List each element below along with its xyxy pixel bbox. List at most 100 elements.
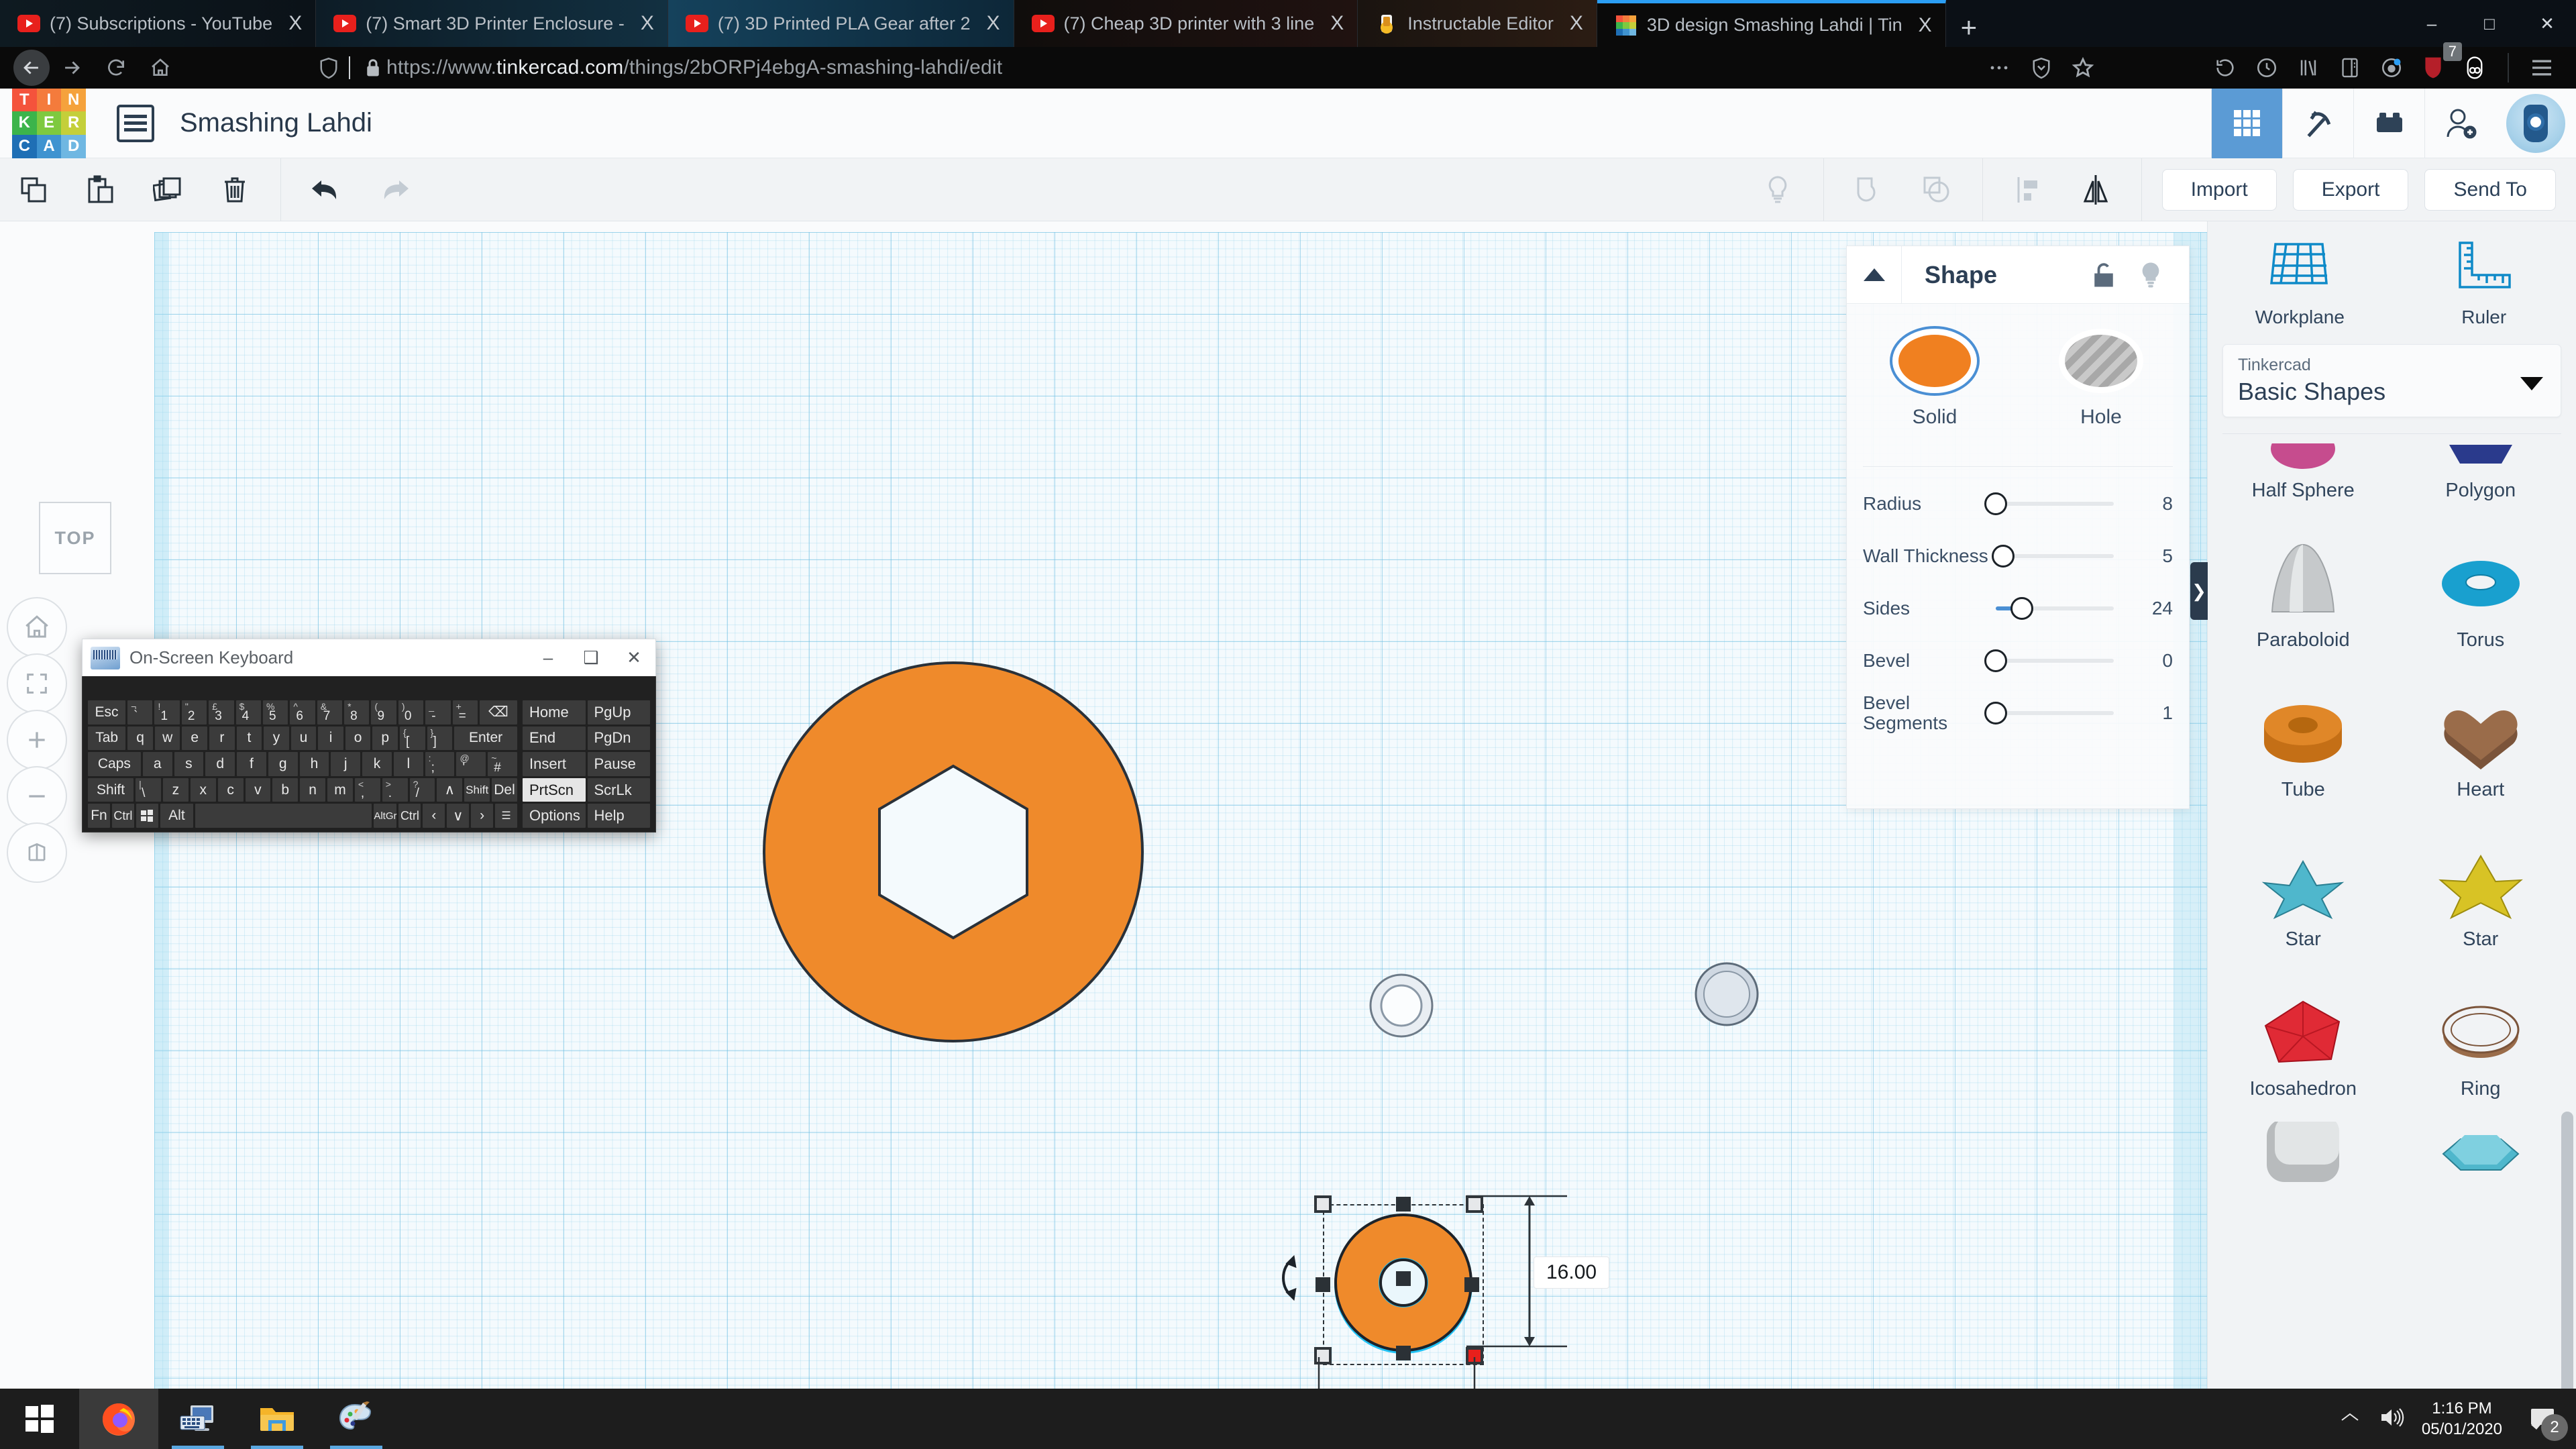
property-value[interactable]: 24 [2131, 598, 2173, 619]
home-view-icon[interactable] [7, 597, 67, 657]
zoom-out-icon[interactable] [7, 766, 67, 826]
key-arrow-up[interactable]: ∧ [437, 777, 463, 802]
osk-title-bar[interactable]: On-Screen Keyboard – ❑ ✕ [82, 639, 656, 676]
on-screen-keyboard-window[interactable]: On-Screen Keyboard – ❑ ✕ Esc ¬ ` ! 1 " 2 £3… [82, 639, 656, 833]
workplane-tool[interactable]: Workplane [2208, 221, 2392, 337]
shape-item[interactable]: Torus [2392, 514, 2570, 663]
tab-close-icon[interactable]: X [282, 12, 309, 35]
key-k[interactable]: k [362, 752, 392, 776]
key-minus[interactable]: _ - [425, 700, 451, 724]
key-caps[interactable]: Caps [88, 752, 141, 776]
key-0[interactable]: ) 0 [398, 700, 424, 724]
grid-3d-designs-icon[interactable] [2211, 88, 2282, 158]
library-icon[interactable] [2288, 50, 2329, 85]
key-e[interactable]: e [182, 726, 208, 751]
shape-item[interactable]: Tube [2214, 663, 2392, 813]
key-pgdn[interactable]: PgDn [587, 726, 650, 751]
key-insert[interactable]: Insert [523, 752, 586, 776]
shape-item[interactable]: Paraboloid [2214, 514, 2392, 663]
save-to-pocket-icon[interactable] [2021, 50, 2062, 85]
tab-close-icon[interactable]: X [1324, 12, 1350, 35]
add-person-icon[interactable] [2424, 88, 2496, 158]
key-arrow-left[interactable]: ‹ [423, 804, 445, 828]
key-end[interactable]: End [523, 726, 586, 751]
shape-item[interactable]: Half Sphere [2214, 434, 2392, 514]
fit-to-view-icon[interactable] [7, 653, 67, 714]
mirror-icon[interactable] [2062, 158, 2129, 221]
pickaxe-codeblocks-icon[interactable] [2282, 88, 2353, 158]
key-enter[interactable]: Enter [454, 726, 517, 751]
ungroup-icon[interactable] [1903, 158, 1970, 221]
file-explorer-icon[interactable] [237, 1389, 317, 1449]
zoom-in-icon[interactable] [7, 710, 67, 770]
key-d[interactable]: d [205, 752, 235, 776]
key-backtick[interactable]: ¬ ` [127, 700, 153, 724]
key-alt[interactable]: Alt [160, 804, 194, 828]
brick-lego-icon[interactable] [2353, 88, 2424, 158]
window-close-button[interactable]: ✕ [2518, 0, 2576, 47]
key-x[interactable]: x [190, 777, 216, 802]
page-title[interactable]: Smashing Lahdi [180, 108, 372, 138]
radius-slider[interactable] [1984, 492, 2114, 515]
group-icon[interactable] [1836, 158, 1903, 221]
key-quote[interactable]: @ ' [456, 752, 486, 776]
key-n[interactable]: n [300, 777, 326, 802]
key-b[interactable]: b [272, 777, 299, 802]
browser-tab-active[interactable]: 3D design Smashing Lahdi | Tin X [1597, 0, 1946, 47]
osk-close-button[interactable]: ✕ [612, 639, 655, 677]
key-shift-left[interactable]: Shift [88, 777, 134, 802]
key-v[interactable]: v [245, 777, 271, 802]
key-windows[interactable] [136, 804, 158, 828]
key-shift-right[interactable]: Shift [464, 777, 490, 802]
key-4[interactable]: $4 [235, 700, 261, 724]
browser-tab[interactable]: (7) 3D Printed PLA Gear after 2 X [667, 0, 1014, 47]
osk-minimize-button[interactable]: – [527, 639, 570, 677]
key-m[interactable]: m [327, 777, 353, 802]
shape-item[interactable]: Ring [2392, 963, 2570, 1112]
redo-icon[interactable] [360, 158, 427, 221]
property-value[interactable]: 8 [2131, 493, 2173, 515]
unlock-icon[interactable] [2080, 262, 2127, 288]
rotate-handle-icon[interactable] [1271, 1254, 1307, 1302]
forward-button[interactable] [50, 50, 94, 85]
clock-history-icon[interactable] [2246, 50, 2288, 85]
chevron-up-icon[interactable] [1847, 246, 1902, 304]
selected-object-group[interactable]: 16.00 16.00 [1282, 1195, 1610, 1389]
key-backspace[interactable]: ⌫ [479, 700, 517, 724]
key-2[interactable]: " 2 [181, 700, 207, 724]
view-cube[interactable]: TOP [39, 502, 111, 574]
height-handle-center[interactable] [1396, 1271, 1411, 1286]
new-tab-button[interactable]: + [1946, 13, 1992, 42]
key-fn[interactable]: Fn [88, 804, 110, 828]
osk-maximize-button[interactable]: ❑ [570, 639, 612, 677]
lightbulb-icon[interactable] [2127, 261, 2174, 289]
home-button[interactable] [138, 50, 182, 85]
on-screen-keyboard-icon[interactable] [158, 1389, 237, 1449]
key-prtscn[interactable]: PrtScn [523, 777, 586, 802]
shape-library-select[interactable]: Tinkercad Basic Shapes [2222, 344, 2561, 417]
canvas-shape-ring-2[interactable] [1694, 961, 1760, 1027]
key-u[interactable]: u [290, 726, 317, 751]
shape-item[interactable]: Rounded Cube [2214, 1112, 2392, 1198]
key-del[interactable]: Del [492, 777, 517, 802]
key-space[interactable] [195, 804, 372, 828]
bevel-slider[interactable] [1984, 649, 2114, 672]
key-period[interactable]: >. [382, 777, 408, 802]
shape-item[interactable]: Star [2214, 813, 2392, 963]
menu-hamburger-icon[interactable] [2521, 50, 2563, 85]
key-ctrl-left[interactable]: Ctrl [111, 804, 134, 828]
key-7[interactable]: & 7 [317, 700, 343, 724]
key-semicolon[interactable]: :; [425, 752, 455, 776]
shape-item[interactable]: Icosahedron [2214, 963, 2392, 1112]
browser-tab[interactable]: (7) Smart 3D Printer Enclosure - X [316, 0, 668, 47]
key-arrow-down[interactable]: ∨ [447, 804, 470, 828]
shape-item[interactable]: Polygon [2392, 434, 2570, 514]
sidebar-icon[interactable] [2329, 50, 2371, 85]
browser-tab[interactable]: (7) Subscriptions - YouTube X [0, 0, 317, 47]
key-w[interactable]: w [154, 726, 180, 751]
resize-handle-edge[interactable] [1396, 1197, 1411, 1212]
tinkercad-logo[interactable]: T I N K E R C A D [12, 88, 86, 158]
user-avatar[interactable] [2506, 93, 2565, 153]
key-q[interactable]: q [127, 726, 153, 751]
key-3[interactable]: £3 [209, 700, 234, 724]
